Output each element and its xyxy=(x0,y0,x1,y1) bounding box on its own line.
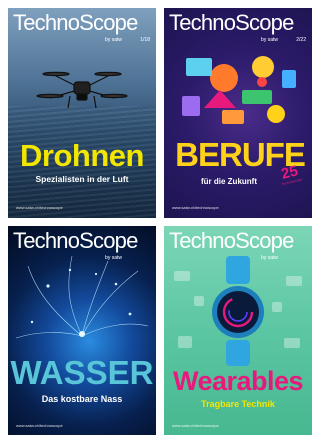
brand-byline: by satw xyxy=(105,37,122,43)
footer-url: www.satw.ch/technoscope xyxy=(16,423,63,428)
cover-subtitle: für die Zukunft xyxy=(201,177,257,186)
issue-number: 2/22 xyxy=(296,37,306,43)
cover-drohnen[interactable]: TechnoScope by satw 1/18 Drohnen Spezial… xyxy=(8,8,156,218)
footer-url: www.satw.ch/technoscope xyxy=(16,205,63,210)
cover-wearables[interactable]: TechnoScope by satw Wearables Tragbare T… xyxy=(164,226,312,435)
footer-url: www.satw.ch/technoscope xyxy=(172,205,219,210)
drone-icon xyxy=(36,71,128,109)
brand-byline: by satw xyxy=(105,255,122,261)
cover-title: Wearables xyxy=(172,366,304,396)
cover-subtitle: Das kostbare Nass xyxy=(41,394,123,404)
brand-logo: TechnoScope xyxy=(169,228,294,253)
brand-byline: by satw xyxy=(261,255,278,261)
cover-title: Drohnen xyxy=(20,138,144,173)
cover-subtitle: Tragbare Technik xyxy=(201,399,275,409)
brand-byline: by satw xyxy=(261,37,278,43)
cover-title: WASSER xyxy=(10,354,154,391)
issue-number: 1/18 xyxy=(140,37,150,43)
footer-url: www.satw.ch/technoscope xyxy=(172,423,219,428)
cover-berufe[interactable]: TechnoScope by satw 2/22 BERUFE für die … xyxy=(164,8,312,218)
brand-logo: TechnoScope xyxy=(13,10,138,35)
cover-wasser[interactable]: TechnoScope by satw WASSER Das kostbare … xyxy=(8,226,156,435)
brand-logo: TechnoScope xyxy=(13,228,138,253)
cover-subtitle: Spezialisten in der Luft xyxy=(35,174,129,184)
brand-logo: TechnoScope xyxy=(169,10,294,35)
